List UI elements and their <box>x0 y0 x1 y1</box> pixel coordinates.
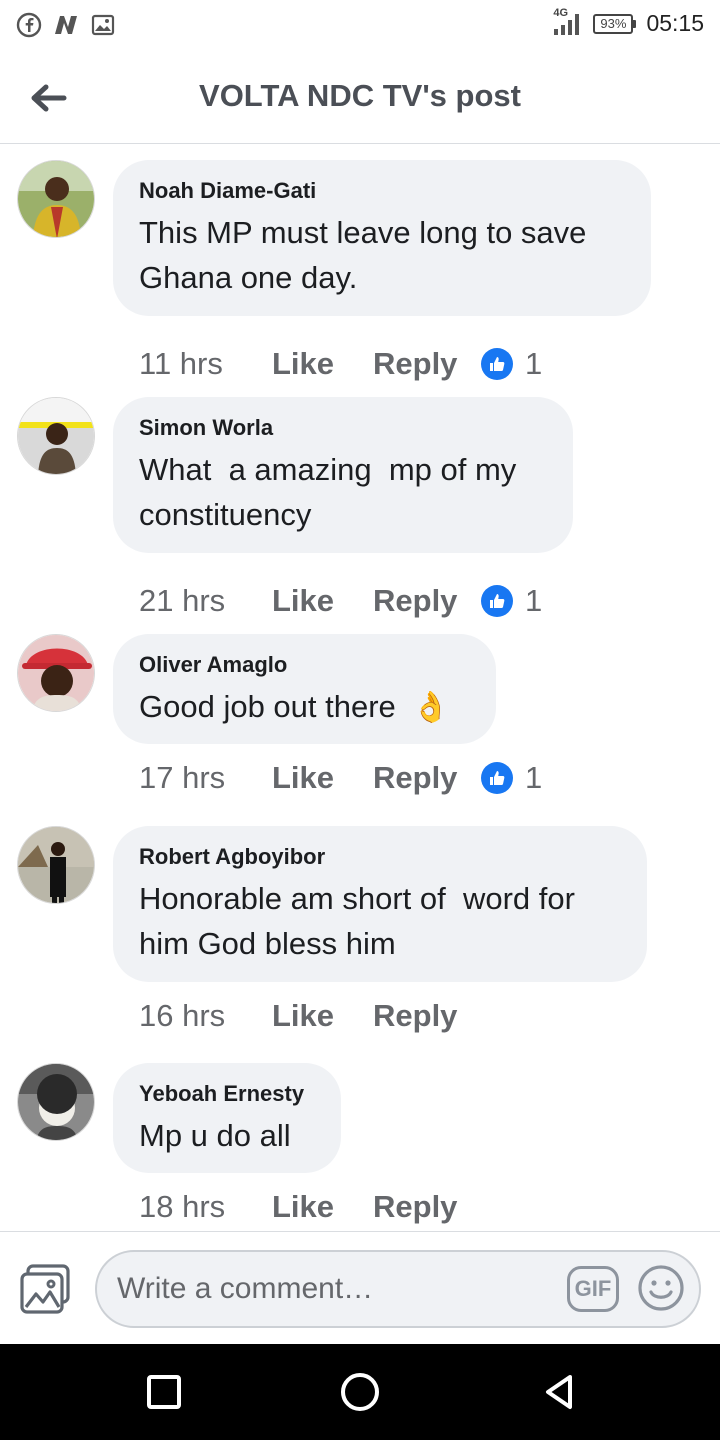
avatar[interactable] <box>17 397 95 475</box>
comment-bubble[interactable]: Simon Worla What a amazing mp of my cons… <box>113 397 573 553</box>
triangle-back-icon <box>546 1375 572 1409</box>
signal-icon: 4G <box>553 7 583 37</box>
square-icon <box>147 1375 181 1409</box>
page-title: VOLTA NDC TV's post <box>199 78 521 113</box>
comment-bubble[interactable]: Yeboah Ernesty Mp u do all <box>113 1063 341 1173</box>
header: VOLTA NDC TV's post <box>0 54 720 144</box>
comment-text: What a amazing mp of my constituency <box>139 452 525 532</box>
avatar[interactable] <box>17 634 95 712</box>
comment-text: Honorable am short of word for him God b… <box>139 881 584 961</box>
thumbs-up-icon <box>481 348 513 380</box>
comment-input[interactable] <box>117 1252 547 1326</box>
reply-button[interactable]: Reply <box>373 760 481 796</box>
reply-button[interactable]: Reply <box>373 1189 481 1225</box>
avatar[interactable] <box>17 160 95 238</box>
reaction-count[interactable]: 1 <box>481 346 542 382</box>
reaction-number: 1 <box>525 760 543 795</box>
comment-author[interactable]: Yeboah Ernesty <box>139 1081 315 1107</box>
comment-author[interactable]: Oliver Amaglo <box>139 652 470 678</box>
thumbs-up-icon <box>481 762 513 794</box>
reaction-count[interactable]: 1 <box>481 583 542 619</box>
photo-icon <box>20 1264 70 1314</box>
like-button[interactable]: Like <box>272 583 373 619</box>
comment-time[interactable]: 21 hrs <box>139 583 272 619</box>
ok-hand-emoji: 👌 <box>412 691 450 724</box>
circle-icon <box>341 1373 379 1411</box>
battery-icon: 93% <box>593 13 637 34</box>
like-button[interactable]: Like <box>272 1189 373 1225</box>
system-nav-bar <box>0 1344 720 1440</box>
like-button[interactable]: Like <box>272 760 373 796</box>
comment-bubble[interactable]: Noah Diame-Gati This MP must leave long … <box>113 160 651 316</box>
thumbs-up-icon <box>481 585 513 617</box>
comment-actions: 17 hrs Like Reply 1 <box>139 760 542 796</box>
emoji-button[interactable] <box>637 1264 685 1312</box>
comment-bubble[interactable]: Robert Agboyibor Honorable am short of w… <box>113 826 647 982</box>
recent-apps-button[interactable] <box>140 1368 188 1416</box>
reaction-number: 1 <box>525 583 543 618</box>
status-bar: 4G 93% 05:15 <box>0 0 720 54</box>
comment-author[interactable]: Noah Diame-Gati <box>139 178 625 204</box>
comment-actions: 16 hrs Like Reply <box>139 998 481 1034</box>
reply-button[interactable]: Reply <box>373 998 481 1034</box>
reply-button[interactable]: Reply <box>373 583 481 619</box>
comment-actions: 18 hrs Like Reply <box>139 1189 481 1225</box>
gif-button[interactable]: GIF <box>567 1266 619 1312</box>
reaction-count[interactable]: 1 <box>481 760 542 796</box>
comment-bubble[interactable]: Oliver Amaglo Good job out there 👌 <box>113 634 496 744</box>
avatar[interactable] <box>17 826 95 904</box>
clock: 05:15 <box>646 10 704 36</box>
comment-box[interactable]: GIF <box>95 1250 701 1328</box>
comment-time[interactable]: 11 hrs <box>139 346 272 382</box>
photo-button[interactable] <box>18 1262 76 1320</box>
comment-text: This MP must leave long to save Ghana on… <box>139 215 587 295</box>
like-button[interactable]: Like <box>272 998 373 1034</box>
like-button[interactable]: Like <box>272 346 373 382</box>
network-type: 4G <box>553 6 569 19</box>
smiley-icon <box>638 1265 684 1311</box>
reaction-number: 1 <box>525 346 543 381</box>
comment-text-line: Good job out there 👌 <box>139 684 470 730</box>
battery-level: 93% <box>593 13 634 34</box>
comment-author[interactable]: Simon Worla <box>139 415 547 441</box>
comment-actions: 21 hrs Like Reply 1 <box>139 583 542 619</box>
avatar[interactable] <box>17 1063 95 1141</box>
comment-text: Mp u do all <box>139 1118 291 1153</box>
back-nav-button[interactable] <box>536 1368 584 1416</box>
comments-list[interactable]: Noah Diame-Gati This MP must leave long … <box>0 145 720 1230</box>
comment-time[interactable]: 16 hrs <box>139 998 272 1034</box>
comment-time[interactable]: 18 hrs <box>139 1189 272 1225</box>
n-app-icon <box>52 12 80 43</box>
comment-text: Good job out there <box>139 689 396 724</box>
comment-actions: 11 hrs Like Reply 1 <box>139 346 542 382</box>
reply-button[interactable]: Reply <box>373 346 481 382</box>
comment-time[interactable]: 17 hrs <box>139 760 272 796</box>
facebook-icon <box>16 12 42 43</box>
image-icon <box>90 12 116 43</box>
home-button[interactable] <box>336 1368 384 1416</box>
comment-author[interactable]: Robert Agboyibor <box>139 844 621 870</box>
comment-composer: GIF <box>0 1231 720 1344</box>
